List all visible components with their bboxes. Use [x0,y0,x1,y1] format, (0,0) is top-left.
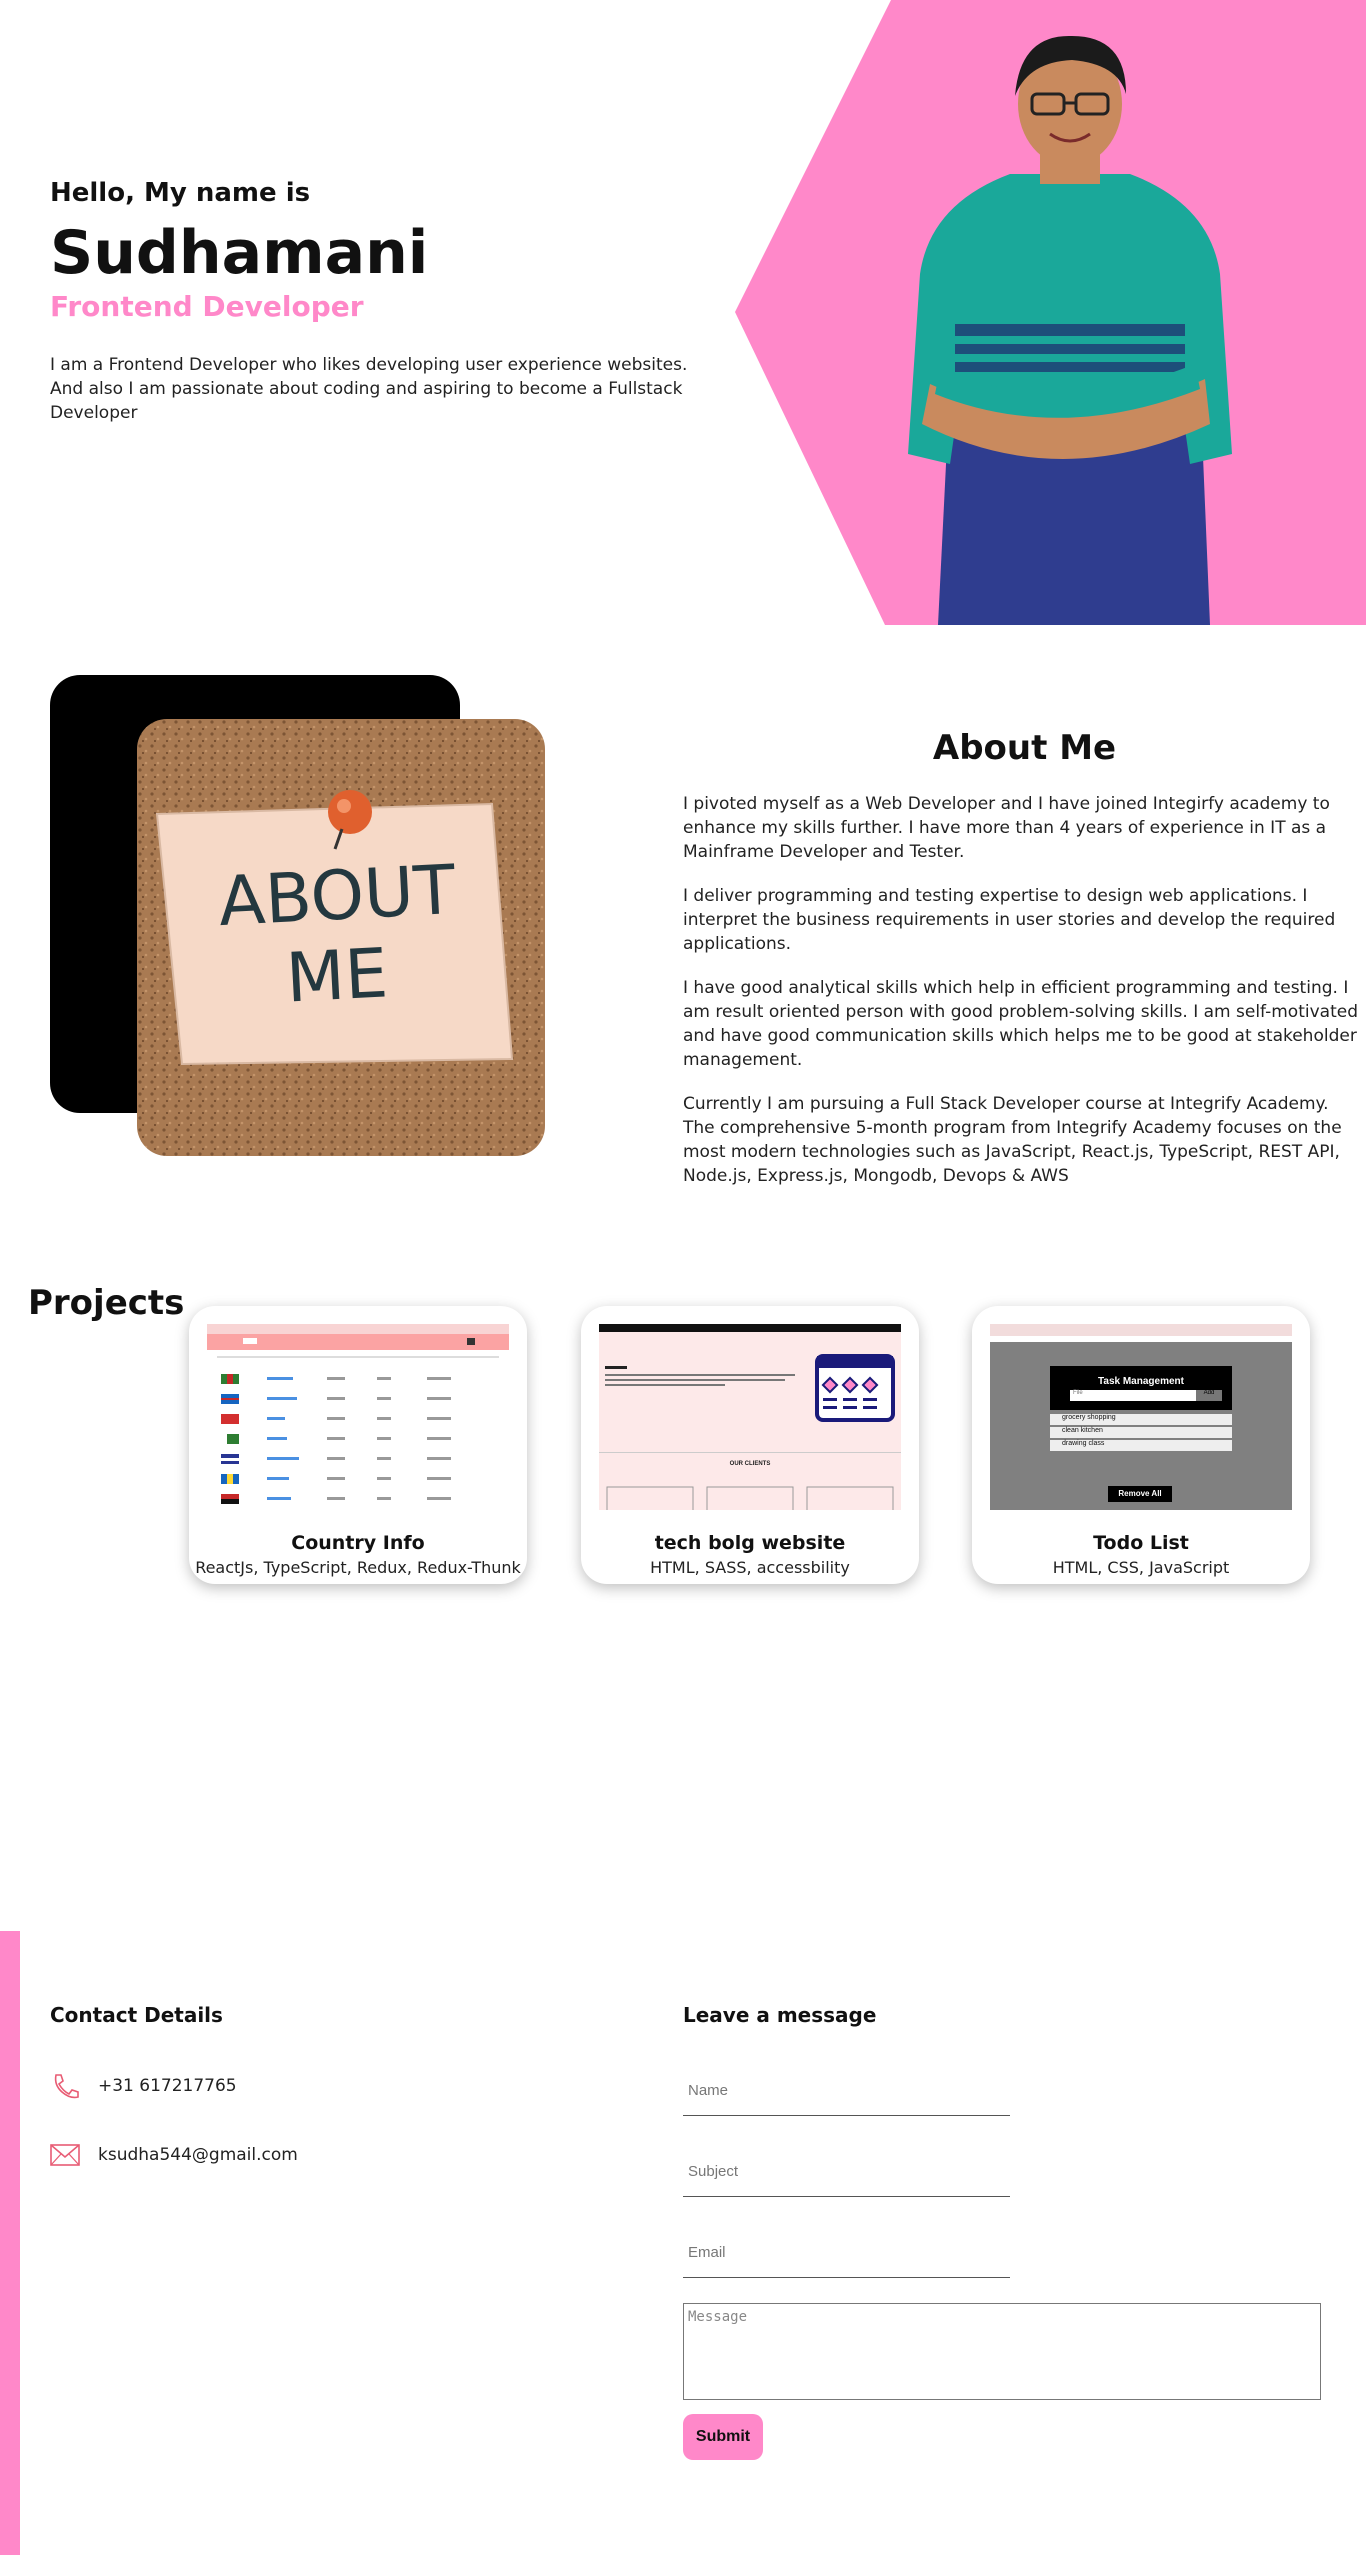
message-form-title: Leave a message [683,2003,877,2027]
note-text-line1: ABOUT [216,850,458,943]
greeting: Hello, My name is [50,178,311,208]
email-address: ksudha544@gmail.com [98,2145,298,2165]
message-textarea[interactable] [683,2303,1321,2400]
hero-section: Hello, My name is Sudhamani Frontend Dev… [0,0,1366,625]
hero-intro: I am a Frontend Developer who likes deve… [50,355,688,423]
project-title: Todo List [1093,1532,1189,1554]
phone-number: +31 617217765 [98,2076,237,2096]
about-paragraph: Currently I am pursuing a Full Stack Dev… [683,1094,1342,1186]
todo-preview-remove-all: Remove All [1108,1486,1172,1502]
about-body: I pivoted myself as a Web Developer and … [683,792,1363,1208]
todo-preview-task: grocery shopping [1050,1414,1232,1425]
about-me-image: ABOUT ME [137,719,545,1156]
about-title: About Me [932,728,1117,768]
project-screenshot [207,1324,509,1510]
hero-role: Frontend Developer [50,290,364,323]
mail-icon [50,2144,80,2166]
todo-preview-add: Add [1196,1390,1222,1401]
blog-clients-heading: OUR CLIENTS [729,1461,771,1467]
todo-preview-task: drawing class [1050,1440,1232,1451]
contact-email: ksudha544@gmail.com [50,2143,298,2167]
about-paragraph: I have good analytical skills which help… [683,978,1358,1070]
hero-name: Sudhamani [50,218,429,288]
phone-icon [54,2074,79,2099]
project-card-tech-blog[interactable]: OUR CLIENTS tech bolg website HTML, SASS… [581,1306,919,1584]
project-tech: ReactJs, TypeScript, Redux, Redux-Thunk [195,1558,521,1577]
name-input[interactable] [683,2066,1010,2116]
todo-preview-task: clean kitchen [1050,1427,1232,1438]
project-tech: HTML, SASS, accessbility [650,1558,850,1577]
project-title: Country Info [291,1532,425,1554]
about-paragraph: I deliver programming and testing expert… [683,886,1336,954]
project-card-todo-list[interactable]: Task Management File Add grocery shoppin… [972,1306,1310,1584]
project-tech: HTML, CSS, JavaScript [1052,1558,1230,1577]
contact-title: Contact Details [50,2003,223,2027]
hero-text: Hello, My name is Sudhamani Frontend Dev… [50,178,690,425]
contact-accent-bar [0,1931,20,2555]
projects-title: Projects [28,1283,185,1323]
profile-photo [908,35,1232,625]
email-input[interactable] [683,2228,1010,2278]
project-title: tech bolg website [654,1532,846,1554]
about-paragraph: I pivoted myself as a Web Developer and … [683,794,1330,862]
submit-button[interactable]: Submit [683,2414,763,2460]
project-screenshot: OUR CLIENTS [599,1324,901,1510]
project-card-country-info[interactable]: Country Info ReactJs, TypeScript, Redux,… [189,1306,527,1584]
todo-preview-heading: Task Management [1098,1376,1184,1387]
project-screenshot: Task Management File Add grocery shoppin… [990,1324,1292,1510]
todo-preview-input: File [1070,1390,1196,1401]
subject-input[interactable] [683,2147,1010,2197]
note-text-line2: ME [284,934,390,1019]
contact-phone: +31 617217765 [50,2072,237,2100]
